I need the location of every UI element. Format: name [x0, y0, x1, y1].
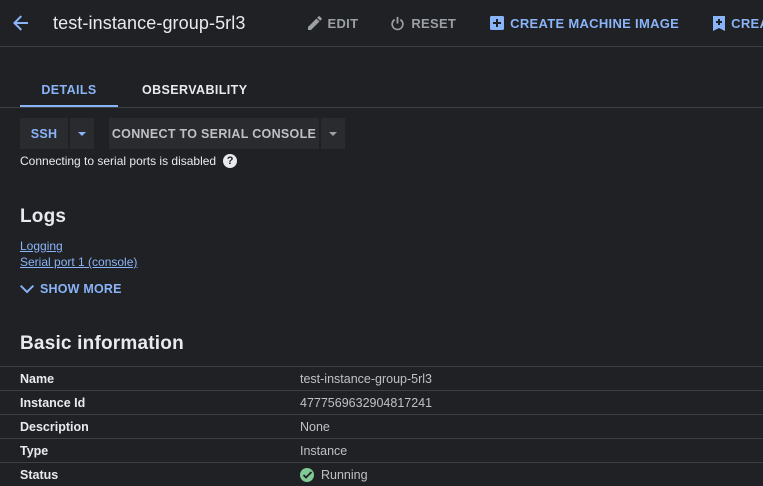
logs-heading: Logs: [20, 206, 67, 227]
serial-ports-note-text: Connecting to serial ports is disabled: [20, 154, 217, 168]
create-machine-image-button[interactable]: CREATE MACHINE IMAGE: [490, 16, 679, 31]
caret-down-icon: [78, 131, 86, 136]
help-icon[interactable]: ?: [223, 154, 238, 168]
ssh-dropdown-button[interactable]: [70, 118, 94, 149]
basic-info-heading: Basic information: [20, 333, 184, 354]
serial-console-dropdown-button[interactable]: [321, 118, 345, 149]
row-value: 4777569632904817241: [300, 395, 433, 410]
table-row: Type Instance: [0, 438, 763, 462]
create-snapshot-label: CREATE S: [731, 15, 763, 31]
check-circle-icon: [300, 467, 314, 482]
status-value: Running: [300, 467, 368, 482]
row-key: Description: [20, 419, 89, 434]
row-key: Instance Id: [20, 395, 86, 410]
top-bar: test-instance-group-5rl3 EDIT RESET CREA…: [0, 0, 763, 47]
basic-info-table: Name test-instance-group-5rl3 Instance I…: [0, 366, 763, 486]
ssh-button[interactable]: SSH: [20, 118, 68, 149]
pencil-icon: [307, 16, 322, 30]
caret-down-icon: [329, 131, 337, 136]
create-machine-image-label: CREATE MACHINE IMAGE: [510, 15, 680, 31]
bookmark-add-icon: [713, 15, 726, 31]
table-row: Description None: [0, 414, 763, 438]
tab-bar: DETAILS OBSERVABILITY: [20, 74, 247, 107]
logging-link[interactable]: Logging: [20, 239, 63, 253]
reset-button[interactable]: RESET: [390, 16, 456, 31]
table-row: Status Running: [0, 462, 763, 486]
table-row: Instance Id 4777569632904817241: [0, 390, 763, 414]
row-value: None: [300, 419, 330, 434]
back-arrow-icon[interactable]: [12, 11, 30, 35]
page-title: test-instance-group-5rl3: [53, 12, 246, 33]
chevron-down-icon: [20, 284, 34, 293]
edit-label: EDIT: [327, 15, 359, 31]
row-key: Name: [20, 371, 55, 386]
status-text: Running: [321, 467, 368, 482]
reset-label: RESET: [411, 15, 457, 31]
connect-actions: SSH CONNECT TO SERIAL CONSOLE: [20, 118, 345, 149]
add-box-icon: [490, 16, 505, 30]
row-value: Instance: [300, 443, 348, 458]
tab-observability[interactable]: OBSERVABILITY: [142, 74, 247, 107]
row-key: Type: [20, 443, 49, 458]
table-row: Name test-instance-group-5rl3: [0, 366, 763, 390]
serial-port-link[interactable]: Serial port 1 (console): [20, 255, 137, 269]
connect-serial-console-button[interactable]: CONNECT TO SERIAL CONSOLE: [109, 118, 319, 149]
row-value: test-instance-group-5rl3: [300, 371, 433, 386]
power-icon: [390, 16, 405, 31]
show-more-label: SHOW MORE: [40, 282, 122, 296]
serial-ports-note: Connecting to serial ports is disabled ?: [20, 154, 238, 168]
show-more-button[interactable]: SHOW MORE: [20, 282, 122, 296]
create-snapshot-button[interactable]: CREATE S: [713, 15, 763, 31]
row-key: Status: [20, 467, 59, 482]
edit-button[interactable]: EDIT: [307, 15, 359, 31]
tab-details[interactable]: DETAILS: [20, 74, 118, 107]
tabs-divider: [0, 107, 763, 108]
